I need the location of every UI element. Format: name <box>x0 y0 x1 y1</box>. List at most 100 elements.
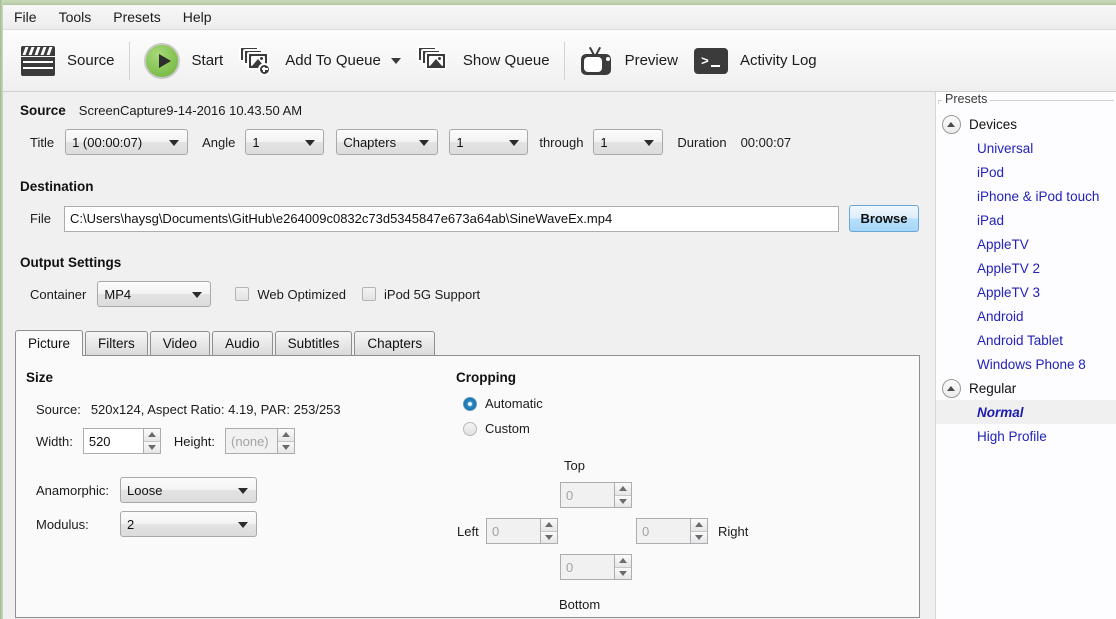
browse-button[interactable]: Browse <box>848 205 919 232</box>
show-queue-button[interactable]: Show Queue <box>409 37 558 85</box>
container-dropdown[interactable]: MP4 <box>97 281 212 307</box>
tab-audio-label: Audio <box>225 336 260 351</box>
crop-bottom-stepper-buttons[interactable] <box>614 554 632 580</box>
ipod-5g-label: iPod 5G Support <box>384 286 481 302</box>
settings-tabstrip: Picture Filters Video Audio Subtitles Ch… <box>15 330 920 356</box>
preview-button[interactable]: Preview <box>571 37 686 85</box>
presets-legend: Presets <box>942 92 991 106</box>
height-stepper[interactable]: (none) <box>225 428 296 454</box>
console-icon: > <box>693 47 728 74</box>
chevron-down-icon[interactable] <box>390 57 401 64</box>
height-decrement-button[interactable] <box>278 440 295 453</box>
crop-top-increment-button[interactable] <box>615 483 631 495</box>
crop-top-label: Top <box>564 458 585 473</box>
file-label: File <box>30 211 51 226</box>
crop-top-decrement-button[interactable] <box>615 494 631 507</box>
ipod-5g-checkbox[interactable] <box>362 287 377 301</box>
width-stepper[interactable]: 520 <box>82 428 161 454</box>
preset-group-regular[interactable]: Regular <box>936 376 1116 400</box>
height-input[interactable]: (none) <box>225 428 278 454</box>
menu-tools[interactable]: Tools <box>48 6 103 28</box>
modulus-dropdown[interactable]: 2 <box>120 511 257 537</box>
title-dropdown[interactable]: 1 (00:00:07) <box>65 129 189 155</box>
crop-right-stepper[interactable]: 0 <box>636 518 708 544</box>
crop-left-stepper-buttons[interactable] <box>540 518 558 544</box>
chapter-end-dropdown[interactable]: 1 <box>593 129 664 155</box>
preset-item-appletv-3[interactable]: AppleTV 3 <box>936 280 1116 304</box>
cropping-custom-option[interactable]: Custom <box>463 421 530 436</box>
title-dropdown-value: 1 (00:00:07) <box>72 134 143 150</box>
preset-item-appletv[interactable]: AppleTV <box>936 232 1116 256</box>
crop-left-stepper[interactable]: 0 <box>486 518 558 544</box>
crop-left-input[interactable]: 0 <box>486 518 540 544</box>
preset-item-iphone-ipod-touch[interactable]: iPhone & iPod touch <box>936 184 1116 208</box>
preset-item-android[interactable]: Android <box>936 304 1116 328</box>
preset-item-universal[interactable]: Universal <box>936 136 1116 160</box>
preset-item-ipad[interactable]: iPad <box>936 208 1116 232</box>
range-type-dropdown[interactable]: Chapters <box>336 129 439 155</box>
chevron-down-icon <box>192 292 203 298</box>
start-button[interactable]: Start <box>136 37 232 85</box>
chevron-up-icon[interactable] <box>942 114 961 134</box>
height-increment-button[interactable] <box>278 429 295 441</box>
crop-right-increment-button[interactable] <box>691 519 707 531</box>
preset-item-android-tablet[interactable]: Android Tablet <box>936 328 1116 352</box>
chevron-up-icon[interactable] <box>942 378 961 398</box>
crop-bottom-stepper[interactable]: 0 <box>560 554 632 580</box>
crop-bottom-increment-button[interactable] <box>615 555 631 567</box>
presets-panel: Presets Devices Universal iPod iPhone & … <box>935 92 1116 619</box>
web-optimized-checkbox[interactable] <box>235 287 250 301</box>
width-input[interactable]: 520 <box>82 428 143 454</box>
crop-top-input[interactable]: 0 <box>560 482 614 508</box>
size-source-value: 520x124, Aspect Ratio: 4.19, PAR: 253/25… <box>90 402 341 417</box>
add-to-queue-button[interactable]: Add To Queue <box>231 37 409 85</box>
anamorphic-value: Loose <box>127 482 163 498</box>
height-stepper-buttons[interactable] <box>277 428 296 454</box>
chapter-start-dropdown[interactable]: 1 <box>449 129 529 155</box>
tab-subtitles[interactable]: Subtitles <box>274 331 353 355</box>
crop-top-stepper-buttons[interactable] <box>614 482 632 508</box>
tab-filters[interactable]: Filters <box>85 331 148 355</box>
crop-left-decrement-button[interactable] <box>541 530 557 543</box>
tab-chapters-label: Chapters <box>367 336 423 351</box>
crop-right-label: Right <box>718 524 749 539</box>
preset-item-normal[interactable]: Normal <box>936 400 1116 424</box>
crop-top-stepper[interactable]: 0 <box>560 482 632 508</box>
modulus-label: Modulus: <box>36 516 89 532</box>
crop-right-input[interactable]: 0 <box>636 518 690 544</box>
crop-right-decrement-button[interactable] <box>691 530 707 543</box>
menu-file[interactable]: File <box>3 6 48 28</box>
tab-audio[interactable]: Audio <box>212 331 273 355</box>
preset-item-appletv-2[interactable]: AppleTV 2 <box>936 256 1116 280</box>
cropping-automatic-radio[interactable] <box>463 396 477 411</box>
preset-item-ipod[interactable]: iPod <box>936 160 1116 184</box>
activity-log-button[interactable]: > Activity Log <box>686 37 825 85</box>
angle-dropdown[interactable]: 1 <box>245 129 325 155</box>
width-stepper-buttons[interactable] <box>142 428 161 454</box>
width-increment-button[interactable] <box>143 429 160 441</box>
menu-presets[interactable]: Presets <box>102 6 171 28</box>
preset-item-windows-phone-8[interactable]: Windows Phone 8 <box>936 352 1116 376</box>
cropping-automatic-option[interactable]: Automatic <box>463 396 543 411</box>
destination-heading: Destination <box>20 179 94 194</box>
crop-left-increment-button[interactable] <box>541 519 557 531</box>
destination-file-input[interactable]: C:\Users\haysg\Documents\GitHub\e264009c… <box>63 205 839 232</box>
crop-bottom-input[interactable]: 0 <box>560 554 614 580</box>
source-button[interactable]: Source <box>13 37 123 85</box>
menu-help[interactable]: Help <box>172 6 223 28</box>
angle-label: Angle <box>202 134 236 150</box>
preset-item-high-profile[interactable]: High Profile <box>936 424 1116 448</box>
tab-video[interactable]: Video <box>149 331 211 355</box>
tab-picture[interactable]: Picture <box>15 330 84 356</box>
width-decrement-button[interactable] <box>143 440 160 453</box>
source-button-label: Source <box>67 52 115 69</box>
crop-bottom-decrement-button[interactable] <box>615 566 631 579</box>
cropping-custom-radio[interactable] <box>463 421 477 436</box>
tab-chapters[interactable]: Chapters <box>354 331 436 355</box>
output-settings-row: Container MP4 Web Optimized iPod 5G Supp… <box>30 281 480 307</box>
anamorphic-dropdown[interactable]: Loose <box>120 477 257 503</box>
destination-row: File C:\Users\haysg\Documents\GitHub\e26… <box>30 205 919 232</box>
preset-group-devices[interactable]: Devices <box>936 112 1116 136</box>
modulus-row: Modulus: 2 <box>36 511 257 537</box>
crop-right-stepper-buttons[interactable] <box>690 518 708 544</box>
